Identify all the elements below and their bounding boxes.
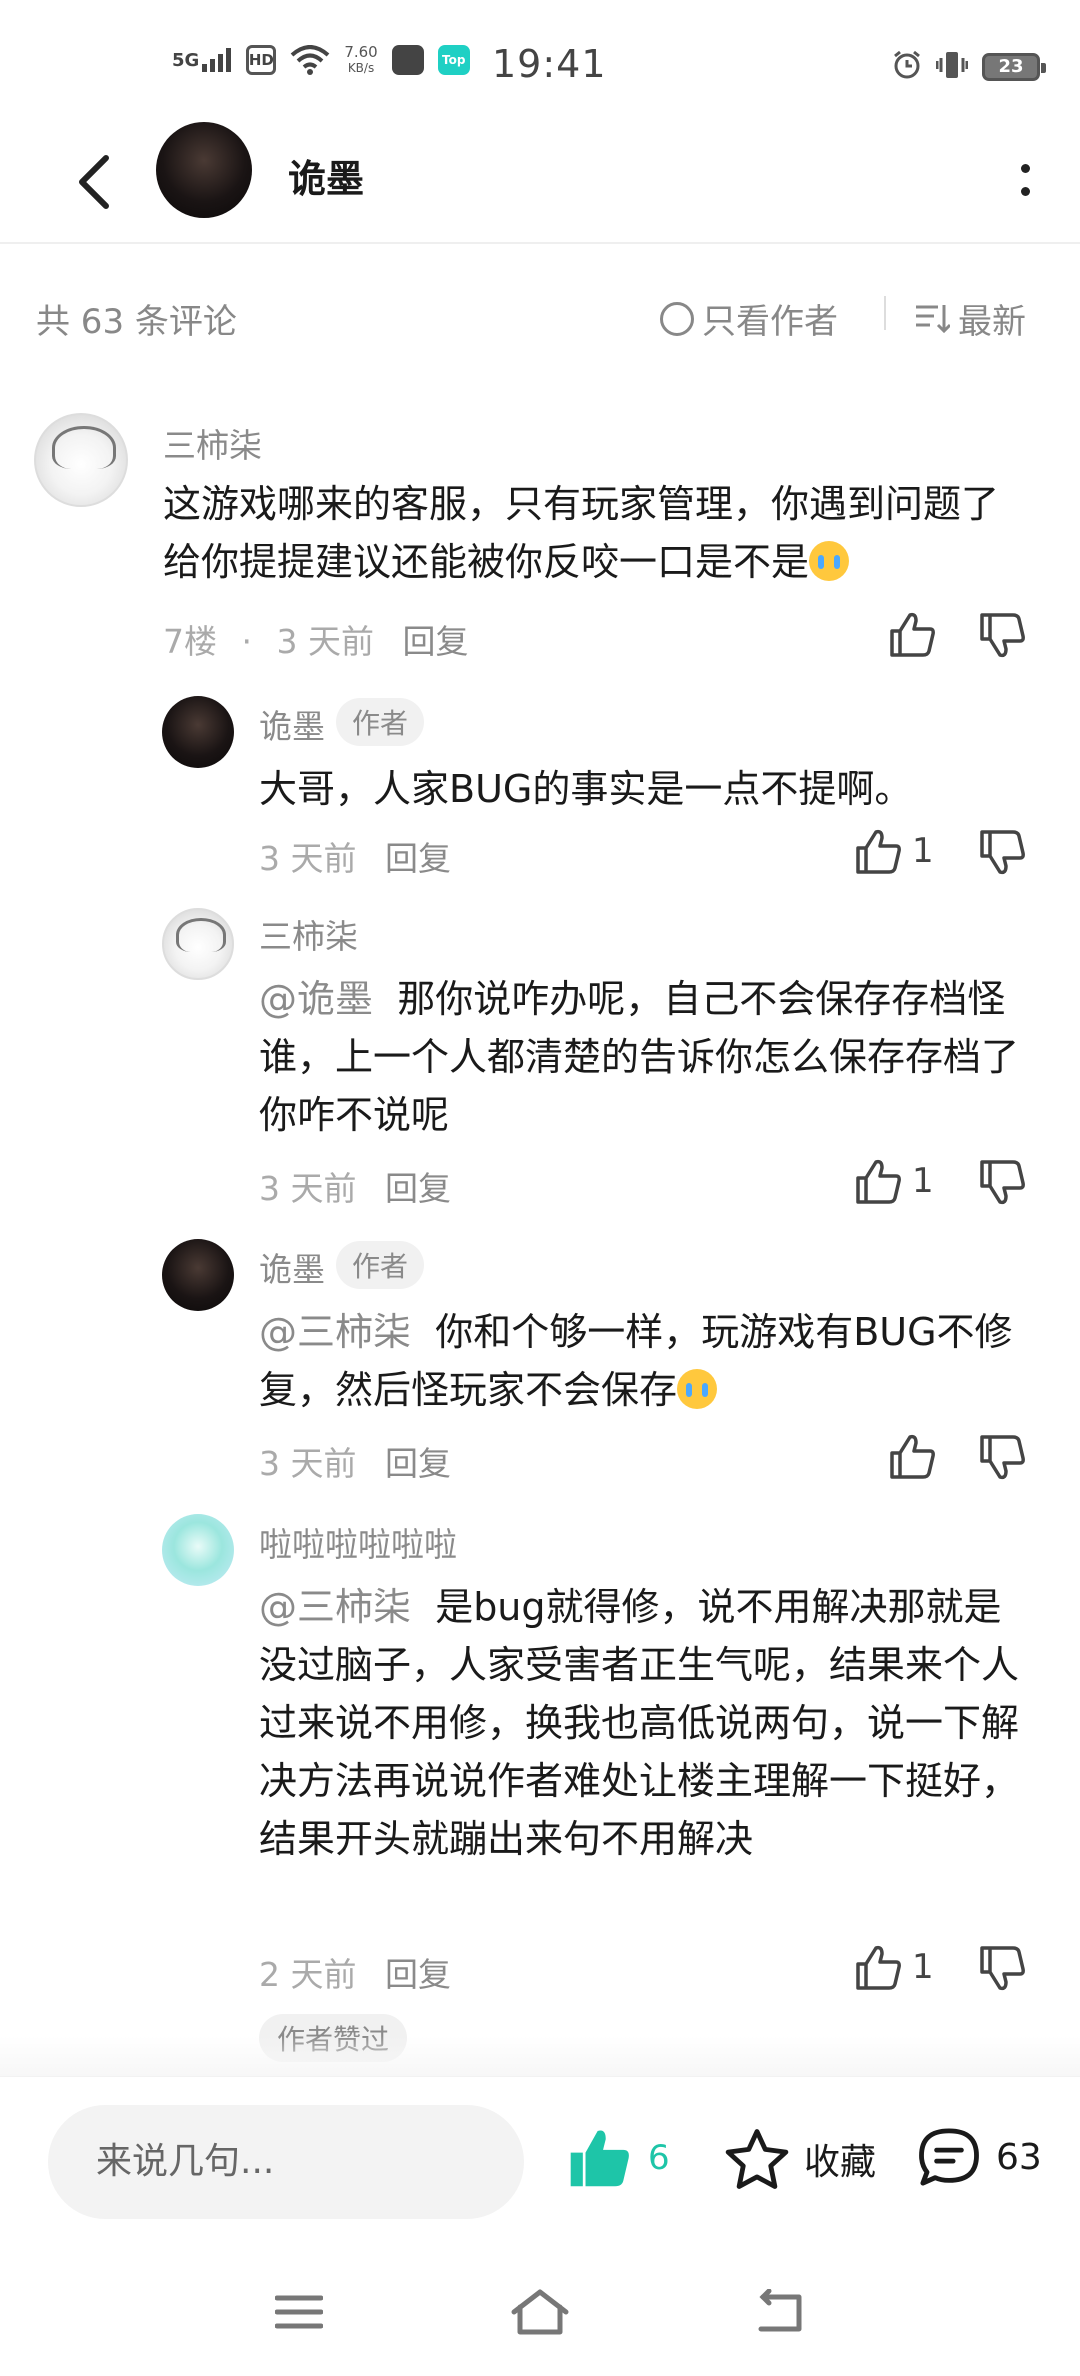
reply-button[interactable]: 回复 — [403, 622, 469, 661]
thumbs-up-icon — [890, 1434, 935, 1479]
thumbs-down-icon — [980, 830, 1025, 875]
thumbs-down-icon — [980, 1160, 1025, 1205]
vibrate-icon — [935, 50, 969, 84]
avatar[interactable] — [156, 122, 252, 218]
author-badge: 作者 — [336, 1241, 425, 1289]
thumbs-up-icon — [856, 1945, 901, 1990]
status-bar: 5G HD 7.60 KB/s Top 19:41 23 — [0, 0, 1080, 130]
like-button[interactable] — [888, 1433, 946, 1479]
bottom-action-bar: 来说几句... 6 收藏 63 — [0, 2076, 1080, 2252]
dislike-button[interactable] — [978, 1160, 1026, 1210]
mention-link[interactable]: @诡墨 — [259, 977, 373, 1021]
avatar[interactable] — [162, 908, 234, 980]
top-app-icon: Top — [437, 45, 470, 75]
comment-meta: 3 天前 回复 — [259, 1169, 451, 1208]
chevron-left-icon — [79, 155, 109, 209]
reply-button[interactable]: 回复 — [385, 1444, 451, 1483]
back-nav-button[interactable] — [744, 2282, 814, 2342]
home-icon — [511, 2289, 569, 2335]
avatar[interactable] — [162, 1514, 234, 1586]
divider — [884, 296, 886, 330]
mention-link[interactable]: @三柿柒 — [259, 1585, 411, 1629]
dislike-button[interactable] — [978, 830, 1026, 880]
star-icon — [725, 2129, 789, 2189]
username[interactable]: 啦啦啦啦啦啦 — [259, 1518, 457, 1566]
alarm-icon — [892, 50, 922, 84]
comment-meta: 3 天前 回复 — [259, 839, 451, 878]
dislike-button[interactable] — [978, 1435, 1026, 1485]
crying-emoji-icon — [809, 541, 850, 581]
back-arrow-icon — [758, 2289, 802, 2332]
username[interactable]: 诡墨 — [259, 1243, 325, 1291]
comment-text: @三柿柒 是bug就得修，说不用解决那就是没过脑子，人家受害者正生气呢，结果来个… — [259, 1585, 1020, 1861]
clock: 19:41 — [492, 42, 607, 86]
list-item: 诡墨 作者 大哥，人家BUG的事实是一点不提啊。 3 天前 回复 1 — [0, 690, 1080, 890]
comment-bubble-icon — [919, 2128, 979, 2186]
page-title: 诡墨 — [288, 157, 365, 201]
reply-button[interactable]: 回复 — [385, 839, 451, 878]
list-item: 三柿柒 @诡墨 那你说咋办呢，自己不会保存存档怪谁，上一个人都清楚的告诉你怎么保… — [0, 900, 1080, 1220]
scroll-fade — [0, 2036, 1080, 2076]
more-options-button[interactable] — [1010, 150, 1040, 210]
list-item: 三柿柒 这游戏哪来的客服，只有玩家管理，你遇到问题了给你提提建议还能被你反咬一口… — [0, 405, 1080, 665]
mention-link[interactable]: @三柿柒 — [259, 1310, 411, 1354]
radio-icon — [660, 301, 694, 336]
like-button[interactable]: 1 — [854, 1944, 934, 1990]
comment-text: 这游戏哪来的客服，只有玩家管理，你遇到问题了给你提提建议还能被你反咬一口是不是 — [163, 482, 1000, 584]
reply-button[interactable]: 回复 — [385, 1169, 451, 1208]
battery-icon: 23 — [982, 53, 1046, 81]
comment-count: 共 63 条评论 — [36, 302, 237, 342]
author-badge: 作者 — [336, 698, 425, 746]
sort-button[interactable]: 最新 — [914, 294, 1026, 343]
comment-toolbar: 共 63 条评论 只看作者 最新 — [0, 280, 1080, 350]
username[interactable]: 三柿柒 — [163, 419, 262, 467]
back-button[interactable] — [54, 142, 134, 222]
thumbs-down-icon — [980, 1946, 1025, 1991]
like-button[interactable] — [888, 611, 936, 657]
avatar[interactable] — [162, 696, 234, 768]
thumbs-up-icon — [856, 829, 901, 874]
crying-emoji-icon — [677, 1369, 718, 1409]
comment-meta: 3 天前 回复 — [259, 1444, 451, 1483]
home-nav-button[interactable] — [505, 2282, 575, 2342]
thumbs-up-filled-icon — [570, 2130, 629, 2187]
author-only-toggle[interactable]: 只看作者 — [660, 294, 838, 343]
reply-button[interactable]: 回复 — [385, 1955, 451, 1994]
message-app-icon — [391, 45, 424, 75]
network-speed: 7.60 KB/s — [344, 43, 378, 75]
comments-button[interactable]: 63 — [916, 2125, 1042, 2189]
avatar[interactable] — [34, 413, 128, 507]
username[interactable]: 诡墨 — [259, 700, 325, 748]
like-button[interactable]: 1 — [854, 828, 934, 874]
thumbs-down-icon — [980, 1435, 1025, 1480]
sort-icon — [916, 304, 950, 333]
system-nav-bar — [0, 2252, 1080, 2376]
dislike-button[interactable] — [978, 1946, 1026, 1996]
comment-input[interactable]: 来说几句... — [48, 2105, 524, 2219]
favorite-button[interactable]: 收藏 — [724, 2127, 876, 2191]
list-item: 诡墨 作者 @三柿柒 你和个够一样，玩游戏有BUG不修复，然后怪玩家不会保存 3… — [0, 1233, 1080, 1493]
comment-text: 大哥，人家BUG的事实是一点不提啊。 — [259, 767, 913, 811]
dislike-button[interactable] — [978, 613, 1026, 663]
thumbs-up-icon — [856, 1159, 901, 1204]
thumbs-up-icon — [890, 612, 935, 657]
signal-icon: 5G — [172, 48, 232, 72]
menu-icon — [275, 2295, 323, 2329]
hd-icon: HD — [246, 45, 277, 75]
list-item: 啦啦啦啦啦啦 @三柿柒 是bug就得修，说不用解决那就是没过脑子，人家受害者正生… — [0, 1508, 1080, 2068]
post-like-button[interactable]: 6 — [566, 2127, 670, 2189]
wifi-icon — [290, 45, 330, 75]
thumbs-down-icon — [980, 613, 1025, 658]
header: 诡墨 — [0, 120, 1080, 244]
comment-text: @三柿柒 你和个够一样，玩游戏有BUG不修复，然后怪玩家不会保存 — [259, 1310, 1013, 1412]
comment-meta: 7楼 · 3 天前 回复 — [163, 622, 469, 661]
avatar[interactable] — [162, 1239, 234, 1311]
comment-meta: 2 天前 回复 — [259, 1955, 451, 1994]
menu-nav-button[interactable] — [264, 2282, 334, 2342]
username[interactable]: 三柿柒 — [259, 910, 358, 958]
comment-text: @诡墨 那你说咋办呢，自己不会保存存档怪谁，上一个人都清楚的告诉你怎么保存存档了… — [259, 977, 1020, 1137]
like-button[interactable]: 1 — [854, 1158, 934, 1204]
